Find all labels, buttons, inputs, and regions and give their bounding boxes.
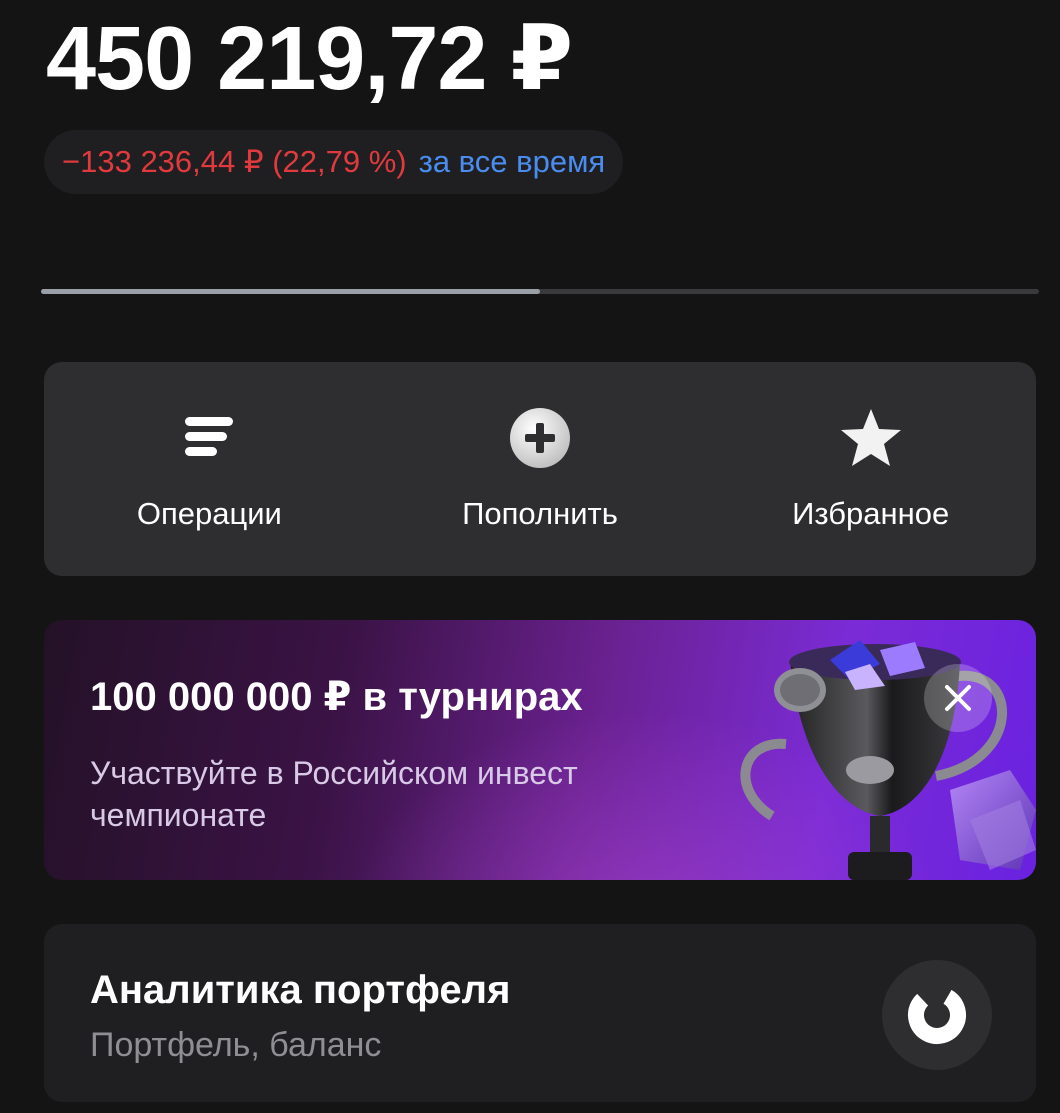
trophy-illustration <box>740 640 1036 880</box>
favorites-label: Избранное <box>792 496 950 531</box>
promo-title: 100 000 000 ₽ в турнирах <box>90 675 583 719</box>
promo-subtitle: Участвуйте в Российском инвест чемпионат… <box>90 755 578 833</box>
top-up-button[interactable]: Пополнить <box>375 362 706 576</box>
tournament-promo-banner[interactable]: 100 000 000 ₽ в турнирах Участвуйте в Ро… <box>44 620 1036 880</box>
star-icon <box>839 406 903 470</box>
portfolio-change-period[interactable]: за все время <box>419 144 606 180</box>
promo-close-button[interactable] <box>924 664 992 732</box>
portfolio-change-pill[interactable]: −133 236,44 ₽ (22,79 %) за все время <box>44 130 624 194</box>
donut-chart-icon <box>882 960 992 1070</box>
portfolio-balance: 450 219,72 ₽ <box>46 9 573 109</box>
portfolio-analytics-card[interactable]: Аналитика портфеля Портфель, баланс <box>44 924 1036 1102</box>
plus-circle-icon <box>508 406 572 470</box>
top-up-label: Пополнить <box>462 496 618 531</box>
portfolio-change-amount: −133 236,44 ₽ (22,79 %) <box>62 144 407 179</box>
analytics-subtitle: Портфель, баланс <box>90 1026 382 1064</box>
close-icon <box>945 685 971 711</box>
favorites-button[interactable]: Избранное <box>705 362 1036 576</box>
carousel-pager <box>41 289 1039 294</box>
operations-button[interactable]: Операции <box>44 362 375 576</box>
analytics-title: Аналитика портфеля <box>90 968 511 1012</box>
operations-label: Операции <box>136 496 282 531</box>
operations-icon <box>177 406 241 470</box>
quick-actions-panel: Операции Пополнить Избранное <box>44 362 1036 576</box>
carousel-pager-fill <box>41 289 540 294</box>
